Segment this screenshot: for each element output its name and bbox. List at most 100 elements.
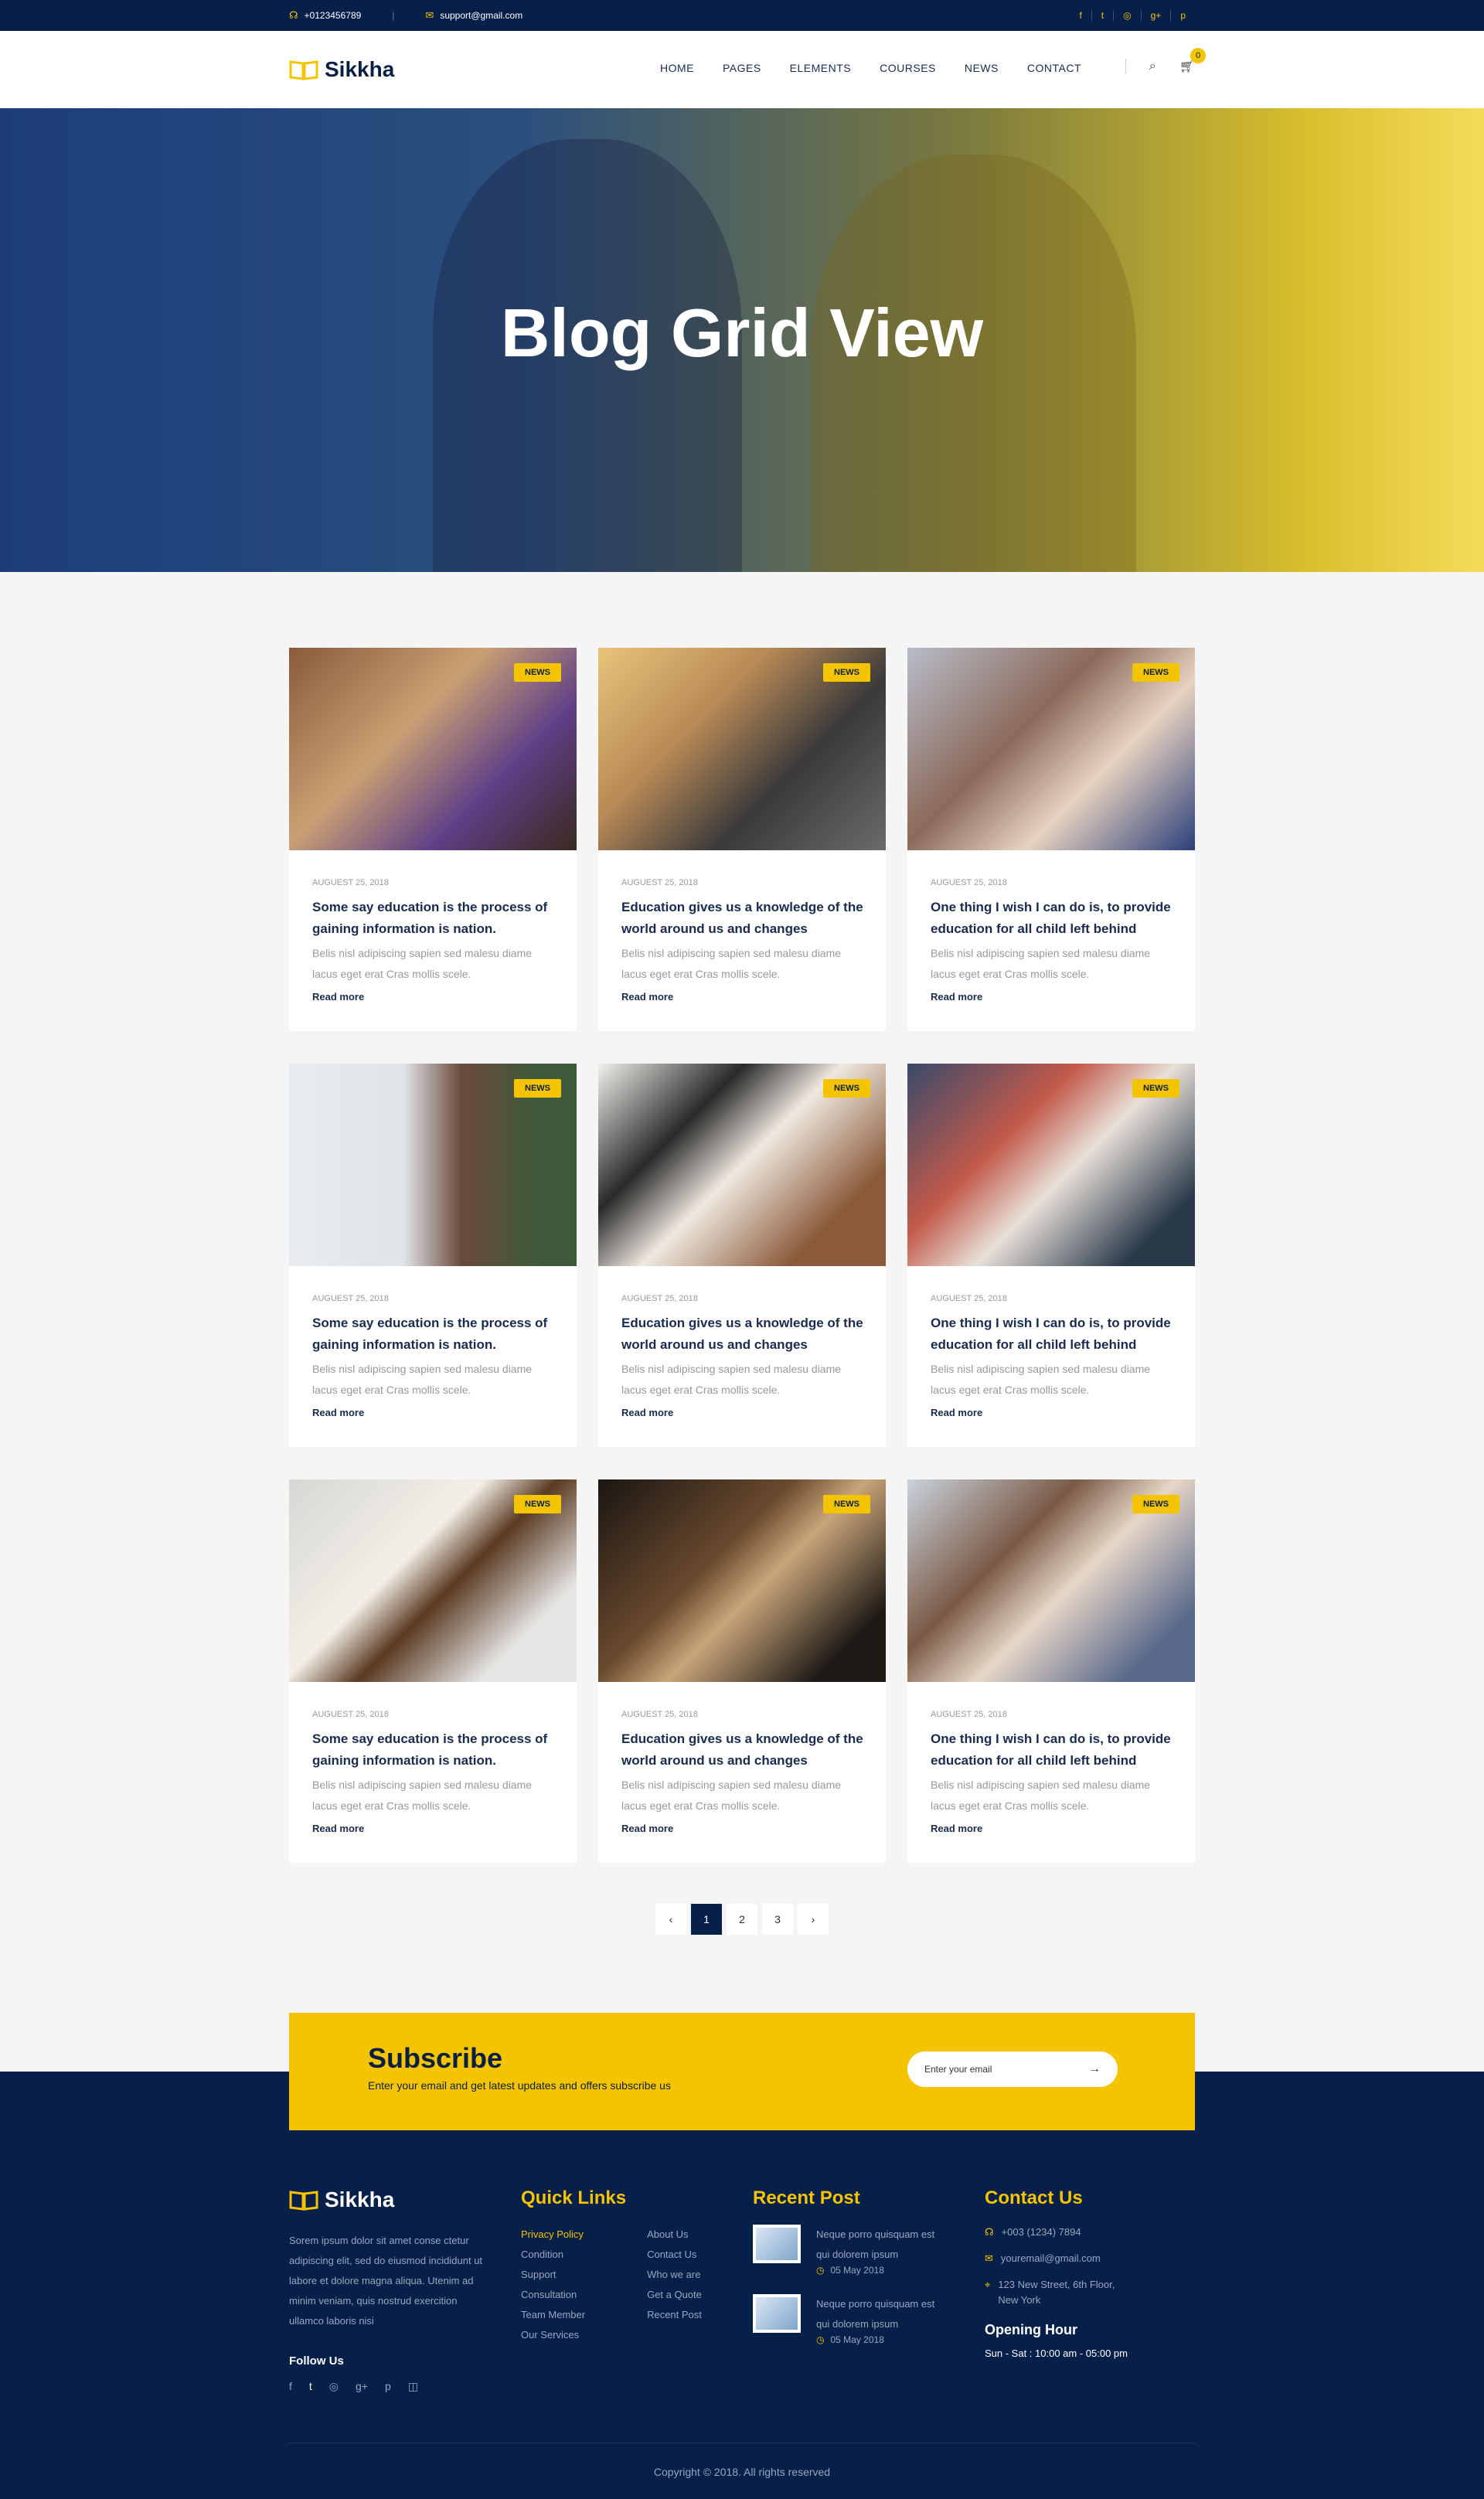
footer-link[interactable]: Recent Post <box>647 2305 702 2325</box>
footer-brand-name: Sikkha <box>325 2187 395 2211</box>
post-title[interactable]: One thing I wish I can do is, to provide… <box>931 1312 1178 1356</box>
prev-page-button[interactable]: ‹ <box>655 1904 686 1935</box>
read-more-link[interactable]: Read more <box>931 1407 982 1418</box>
instagram-icon[interactable]: ◫ <box>408 2380 418 2393</box>
footer-contact: Contact Us ☊ +003 (1234) 7894 ✉ youremai… <box>985 2187 1129 2359</box>
post-title[interactable]: One thing I wish I can do is, to provide… <box>931 1728 1178 1772</box>
category-badge[interactable]: NEWS <box>1132 663 1179 682</box>
post-date: AUGUEST 25, 2018 <box>931 878 1007 887</box>
footer-link[interactable]: Consultation <box>521 2285 585 2305</box>
recent-post-item[interactable]: Neque porro quisquam est qui dolorem ips… <box>753 2225 948 2276</box>
recent-post-thumbnail[interactable] <box>753 2294 801 2333</box>
contact-email: ✉ youremail@gmail.com <box>985 2251 1129 2266</box>
recent-post-date: ◷ 05 May 2018 <box>816 2265 948 2276</box>
google-plus-icon[interactable]: g+ <box>356 2380 368 2393</box>
page-button-2[interactable]: 2 <box>727 1904 757 1935</box>
twitter-icon[interactable]: t <box>309 2380 312 2393</box>
footer-link[interactable]: Who we are <box>647 2265 702 2285</box>
opening-hour-text: Sun - Sat : 10:00 am - 05:00 pm <box>985 2347 1128 2359</box>
site-footer <box>0 2072 1484 2499</box>
footer-link[interactable]: Team Member <box>521 2305 585 2325</box>
blog-card: NEWS AUGUEST 25, 2018 One thing I wish I… <box>907 648 1195 1031</box>
category-badge[interactable]: NEWS <box>823 1495 870 1513</box>
menu-item-home[interactable]: HOME <box>660 62 694 74</box>
recent-post-thumbnail[interactable] <box>753 2225 801 2263</box>
read-more-link[interactable]: Read more <box>931 991 982 1003</box>
facebook-icon[interactable]: f <box>1070 10 1092 21</box>
read-more-link[interactable]: Read more <box>621 1823 673 1834</box>
footer-link[interactable]: Contact Us <box>647 2245 702 2265</box>
footer-about: Sikkha Sorem ipsum dolor sit amet conse … <box>289 2187 490 2393</box>
post-title[interactable]: Some say education is the process of gai… <box>312 1312 560 1356</box>
category-badge[interactable]: NEWS <box>1132 1079 1179 1098</box>
contact-email-text[interactable]: youremail@gmail.com <box>1001 2251 1101 2266</box>
recent-post-heading: Recent Post <box>753 2187 860 2208</box>
search-icon[interactable]: ⌕ <box>1149 60 1156 73</box>
pagination: ‹ 1 2 3 › <box>655 1904 829 1935</box>
category-badge[interactable]: NEWS <box>1132 1495 1179 1513</box>
category-badge[interactable]: NEWS <box>514 663 561 682</box>
category-badge[interactable]: NEWS <box>823 663 870 682</box>
post-title[interactable]: Education gives us a knowledge of the wo… <box>621 1728 869 1772</box>
footer-link[interactable]: Get a Quote <box>647 2285 702 2305</box>
footer-link[interactable]: About Us <box>647 2225 702 2245</box>
footer-quick-links: Quick Links Privacy Policy Condition Sup… <box>521 2187 702 2345</box>
mail-icon: ✉ <box>985 2252 993 2264</box>
post-title[interactable]: Education gives us a knowledge of the wo… <box>621 897 869 940</box>
cart-button[interactable]: 🛒︎ 0 <box>1179 48 1206 74</box>
read-more-link[interactable]: Read more <box>312 991 364 1003</box>
footer-link[interactable]: Our Services <box>521 2325 585 2345</box>
blog-card: NEWS AUGUEST 25, 2018 Some say education… <box>289 1479 577 1863</box>
twitter-icon[interactable]: t <box>1092 10 1115 21</box>
contact-phone-text[interactable]: +003 (1234) 7894 <box>1002 2225 1081 2240</box>
footer-link[interactable]: Condition <box>521 2245 585 2265</box>
category-badge[interactable]: NEWS <box>514 1495 561 1513</box>
read-more-link[interactable]: Read more <box>931 1823 982 1834</box>
recent-post-item[interactable]: Neque porro quisquam est qui dolorem ips… <box>753 2294 948 2345</box>
footer-link[interactable]: Privacy Policy <box>521 2225 585 2245</box>
category-badge[interactable]: NEWS <box>823 1079 870 1098</box>
menu-item-elements[interactable]: ELEMENTS <box>790 62 851 74</box>
post-excerpt: Belis nisl adipiscing sapien sed malesu … <box>931 947 1151 980</box>
dribbble-icon[interactable]: ◎ <box>1114 10 1142 21</box>
email-text[interactable]: support@gmail.com <box>440 10 522 21</box>
map-pin-icon: ⌖ <box>985 2279 991 2290</box>
post-date: AUGUEST 25, 2018 <box>312 878 389 887</box>
post-title[interactable]: Some say education is the process of gai… <box>312 1728 560 1772</box>
book-icon <box>289 2191 318 2211</box>
arrow-right-icon[interactable]: → <box>1088 2062 1101 2076</box>
footer-logo[interactable]: Sikkha <box>289 2187 490 2212</box>
read-more-link[interactable]: Read more <box>312 1407 364 1418</box>
subscribe-title: Subscribe <box>368 2042 503 2074</box>
google-plus-icon[interactable]: g+ <box>1142 10 1172 21</box>
page-button-3[interactable]: 3 <box>762 1904 793 1935</box>
menu-item-news[interactable]: NEWS <box>965 62 999 74</box>
site-logo[interactable]: Sikkha <box>289 57 394 82</box>
post-title[interactable]: Education gives us a knowledge of the wo… <box>621 1312 869 1356</box>
email-placeholder: Enter your email <box>924 2064 992 2075</box>
read-more-link[interactable]: Read more <box>312 1823 364 1834</box>
post-title[interactable]: Some say education is the process of gai… <box>312 897 560 940</box>
email-info: ✉ support@gmail.com <box>425 9 522 22</box>
post-title[interactable]: One thing I wish I can do is, to provide… <box>931 897 1178 940</box>
category-badge[interactable]: NEWS <box>514 1079 561 1098</box>
facebook-icon[interactable]: f <box>289 2380 292 2393</box>
menu-item-courses[interactable]: COURSES <box>880 62 936 74</box>
recent-post-title[interactable]: Neque porro quisquam est qui dolorem ips… <box>816 2225 948 2265</box>
opening-hour-heading: Opening Hour <box>985 2322 1077 2337</box>
read-more-link[interactable]: Read more <box>621 991 673 1003</box>
footer-link[interactable]: Support <box>521 2265 585 2285</box>
page-button-1[interactable]: 1 <box>691 1904 722 1935</box>
contact-address: ⌖ 123 New Street, 6th Floor, New York <box>985 2277 1129 2308</box>
subscribe-email-input[interactable]: Enter your email → <box>907 2051 1118 2087</box>
book-icon <box>289 60 318 80</box>
pinterest-icon[interactable]: p <box>1171 10 1195 21</box>
pinterest-icon[interactable]: p <box>385 2380 391 2393</box>
menu-item-contact[interactable]: CONTACT <box>1027 62 1081 74</box>
next-page-button[interactable]: › <box>798 1904 829 1935</box>
menu-item-pages[interactable]: PAGES <box>723 62 761 74</box>
quick-links-heading: Quick Links <box>521 2187 627 2208</box>
dribbble-icon[interactable]: ◎ <box>329 2380 339 2393</box>
recent-post-title[interactable]: Neque porro quisquam est qui dolorem ips… <box>816 2294 948 2334</box>
read-more-link[interactable]: Read more <box>621 1407 673 1418</box>
